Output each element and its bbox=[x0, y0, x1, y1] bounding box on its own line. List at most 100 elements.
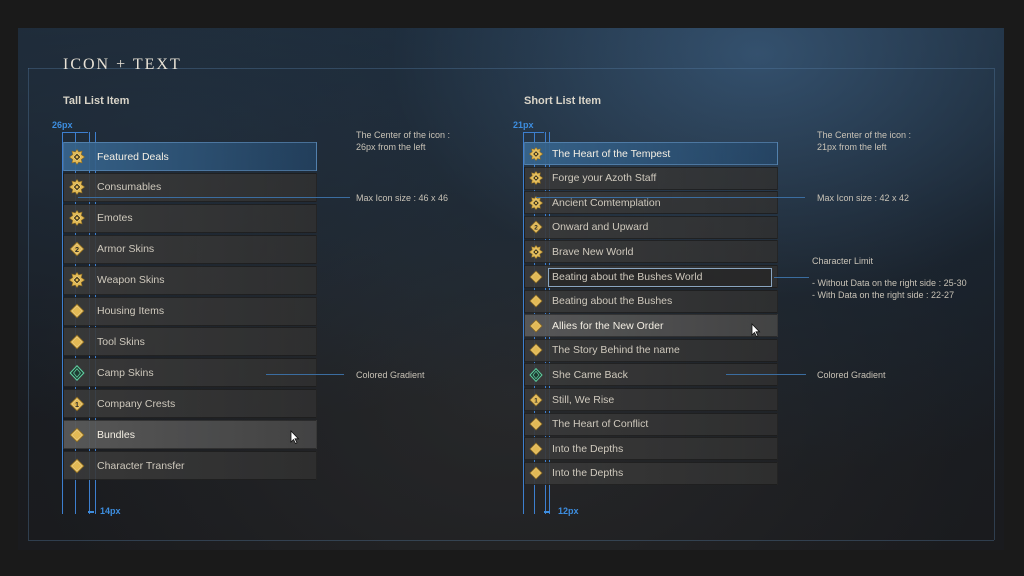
list-item-label: Bundles bbox=[97, 428, 135, 441]
list-item-label: Weapon Skins bbox=[97, 274, 165, 287]
tall-note-center-line1: The Center of the icon : bbox=[356, 130, 451, 140]
tall-note-max-icon: Max Icon size : 46 x 46 bbox=[356, 193, 449, 203]
emblem-icon bbox=[68, 148, 86, 165]
list-item[interactable]: Beating about the Bushes bbox=[524, 289, 778, 313]
list-item[interactable]: Forge your Azoth Staff bbox=[524, 166, 778, 190]
short-note-center-line1: The Center of the icon : bbox=[817, 130, 912, 140]
list-item-label: The Heart of the Tempest bbox=[552, 147, 671, 160]
list-item-label: Allies for the New Order bbox=[552, 319, 664, 332]
short-note-char-limit-line1: - Without Data on the right side : 25-30 bbox=[812, 278, 967, 288]
list-item-label: Character Transfer bbox=[97, 459, 185, 472]
list-item-label: Housing Items bbox=[97, 305, 165, 317]
svg-text:2: 2 bbox=[75, 245, 79, 254]
green-diamond-icon bbox=[69, 364, 86, 381]
diamond-icon bbox=[69, 333, 86, 350]
list-item-label: Brave New World bbox=[552, 245, 634, 258]
emblem-icon bbox=[68, 179, 86, 196]
list-item-label: She Came Back bbox=[552, 368, 628, 381]
list-item-label: Ancient Comtemplation bbox=[552, 196, 661, 209]
tall-gap-label: 14px bbox=[100, 506, 121, 516]
tall-note-gradient: Colored Gradient bbox=[356, 370, 425, 380]
list-item-label: Beating about the Bushes World bbox=[552, 270, 703, 283]
list-item[interactable]: 2 Armor Skins bbox=[63, 234, 317, 264]
list-item-label: Featured Deals bbox=[97, 150, 169, 163]
short-note-gradient: Colored Gradient bbox=[817, 370, 886, 380]
list-item-label: The Heart of Conflict bbox=[552, 418, 649, 431]
diamond-1-icon: 1 bbox=[529, 392, 544, 407]
diamond-icon bbox=[69, 303, 86, 320]
list-item[interactable]: Featured Deals bbox=[63, 142, 317, 171]
list-item-label: Company Crests bbox=[97, 397, 176, 410]
list-item[interactable]: Into the Depths bbox=[524, 461, 778, 485]
green-diamond-icon bbox=[529, 367, 544, 382]
style-guide-panel: ICON + TEXT Tall List Item 26px 14px Fea… bbox=[18, 28, 1004, 550]
list-item[interactable]: Bundles bbox=[63, 420, 317, 450]
short-gap-label: 12px bbox=[558, 506, 579, 516]
tall-max-icon-leader bbox=[78, 197, 350, 198]
list-item-label: Still, We Rise bbox=[552, 393, 615, 406]
diamond-icon bbox=[529, 417, 544, 432]
tall-gradient-leader bbox=[266, 374, 344, 375]
list-item[interactable]: Housing Items bbox=[63, 296, 317, 326]
emblem-icon bbox=[528, 170, 544, 186]
list-item[interactable]: The Heart of the Tempest bbox=[524, 142, 778, 165]
diamond-icon bbox=[529, 318, 544, 333]
short-gap-tick bbox=[544, 511, 550, 513]
diamond-icon bbox=[529, 466, 544, 481]
list-item[interactable]: Character Transfer bbox=[63, 451, 317, 480]
svg-text:2: 2 bbox=[534, 225, 538, 232]
list-item-label: Consumables bbox=[97, 181, 162, 194]
list-item[interactable]: Weapon Skins bbox=[63, 265, 317, 295]
list-item[interactable]: Allies for the New Order bbox=[524, 314, 778, 338]
mouse-cursor-tall bbox=[290, 430, 300, 449]
emblem-icon bbox=[68, 271, 86, 289]
list-item-label: Camp Skins bbox=[97, 366, 154, 379]
list-item[interactable]: Into the Depths bbox=[524, 437, 778, 461]
list-item-label: Onward and Upward bbox=[552, 221, 649, 234]
diamond-icon bbox=[529, 441, 544, 456]
list-item[interactable]: The Story Behind the name bbox=[524, 338, 778, 362]
list-item[interactable]: 1 Still, We Rise bbox=[524, 388, 778, 411]
list-item-label: Armor Skins bbox=[97, 243, 155, 256]
page-title: ICON + TEXT bbox=[63, 56, 182, 73]
emblem-icon bbox=[68, 210, 86, 227]
list-item[interactable]: Emotes bbox=[63, 203, 317, 233]
short-offset-label: 21px bbox=[513, 120, 534, 130]
diamond-icon bbox=[69, 457, 86, 474]
list-item-label: Into the Depths bbox=[552, 442, 624, 455]
short-max-icon-leader bbox=[536, 197, 805, 198]
short-note-center-line2: 21px from the left bbox=[817, 142, 887, 152]
svg-text:1: 1 bbox=[534, 397, 538, 404]
list-item-label: Tool Skins bbox=[97, 335, 145, 348]
list-item[interactable]: Ancient Comtemplation bbox=[524, 191, 778, 215]
short-note-max-icon: Max Icon size : 42 x 42 bbox=[817, 193, 910, 203]
tall-note-center-line2: 26px from the left bbox=[356, 142, 426, 152]
diamond-2-icon: 2 bbox=[529, 220, 544, 235]
list-item[interactable]: 2 Onward and Upward bbox=[524, 215, 778, 239]
list-item-label: Into the Depths bbox=[552, 467, 624, 480]
diamond-icon bbox=[69, 426, 86, 443]
list-item[interactable]: Camp Skins bbox=[63, 358, 317, 388]
diamond-1-icon: 1 bbox=[69, 395, 86, 412]
emblem-icon bbox=[528, 244, 544, 260]
list-item-label: Emotes bbox=[97, 212, 133, 225]
list-item-label: Beating about the Bushes bbox=[552, 295, 673, 308]
diamond-icon bbox=[529, 343, 544, 358]
list-item[interactable]: Beating about the Bushes World bbox=[524, 265, 778, 288]
list-item[interactable]: Brave New World bbox=[524, 240, 778, 264]
tall-offset-label: 26px bbox=[52, 120, 73, 130]
svg-text:1: 1 bbox=[75, 399, 79, 408]
diamond-icon bbox=[529, 269, 544, 284]
list-item-label: The Story Behind the name bbox=[552, 344, 680, 357]
list-item-label: Forge your Azoth Staff bbox=[552, 172, 657, 185]
list-item[interactable]: Tool Skins bbox=[63, 327, 317, 357]
short-note-char-limit: - Without Data on the right side : 25-30… bbox=[812, 277, 967, 301]
short-note-char-limit-line2: - With Data on the right side : 22-27 bbox=[812, 290, 955, 300]
list-item[interactable]: 1 Company Crests bbox=[63, 389, 317, 419]
mouse-cursor-short bbox=[751, 323, 761, 342]
tall-gap-tick bbox=[88, 511, 94, 513]
short-char-limit-leader bbox=[774, 277, 809, 278]
list-item[interactable]: The Heart of Conflict bbox=[524, 412, 778, 436]
tall-section-title: Tall List Item bbox=[63, 95, 130, 107]
short-note-char-limit-title: Character Limit bbox=[812, 256, 874, 266]
